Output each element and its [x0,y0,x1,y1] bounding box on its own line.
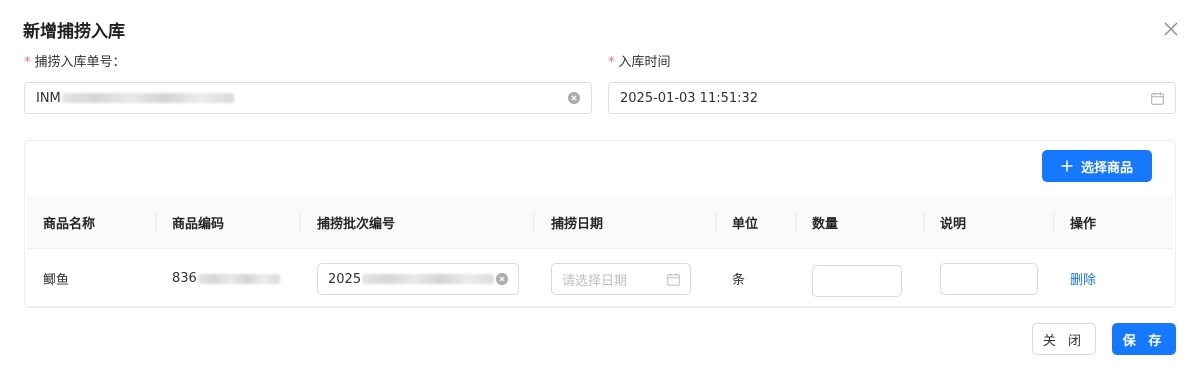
required-mark: * [24,55,31,70]
calendar-icon [667,273,680,286]
dialog: 新增捕捞入库 * 捕捞入库单号： INM * 入库时间 2025-01-03 11:… [0,0,1200,375]
quantity-input[interactable] [812,265,902,297]
batch-no-input[interactable]: 2025 [317,263,519,295]
order-no-prefix: INM [36,90,61,106]
column-divider [795,211,796,233]
entry-time-label-text: 入库时间 [618,55,671,70]
table-row: 鲫鱼 836 2025 请选择日期 条 删除 [27,250,1173,307]
save-button[interactable]: 保 存 [1112,323,1176,355]
order-no-label-text: 捕捞入库单号： [34,55,126,70]
required-mark: * [608,55,615,70]
column-divider [715,211,716,233]
order-no-input[interactable]: INM [24,82,592,114]
plus-icon [1061,160,1073,172]
redacted-text [197,273,280,284]
calendar-icon[interactable] [1151,92,1164,105]
column-divider [1053,211,1054,233]
note-input[interactable] [940,263,1038,295]
column-divider [533,211,534,233]
product-code-prefix: 836 [172,271,197,286]
order-no-label: * 捕捞入库单号： [24,54,126,72]
delete-link[interactable]: 删除 [1070,250,1096,307]
column-divider [300,211,301,233]
entry-time-input[interactable]: 2025-01-03 11:51:32 [608,82,1176,114]
redacted-text [362,274,495,284]
column-header: 操作 [1070,217,1097,232]
select-product-label: 选择商品 [1080,160,1133,176]
column-header: 单位 [732,217,759,232]
column-divider [923,211,924,233]
column-header: 商品名称 [43,217,96,232]
column-header: 商品编码 [172,217,225,232]
clear-circle-icon[interactable] [568,92,580,104]
entry-time-label: * 入库时间 [608,54,671,72]
catch-date-picker[interactable]: 请选择日期 [551,263,691,295]
close-icon[interactable] [1160,18,1182,40]
select-product-button[interactable]: 选择商品 [1042,150,1152,182]
close-button[interactable]: 关 闭 [1032,323,1096,355]
column-divider [155,211,156,233]
clear-circle-icon[interactable] [496,273,508,285]
catch-date-placeholder: 请选择日期 [562,273,628,289]
column-header: 捕捞日期 [551,217,604,232]
table-header: 商品名称 商品编码 捕捞批次编号 捕捞日期 单位 数量 说明 操作 [27,196,1173,249]
entry-time-value: 2025-01-03 11:51:32 [620,90,759,106]
product-code: 836 [172,250,280,307]
batch-no-value: 2025 [328,272,496,287]
product-name: 鲫鱼 [43,273,70,288]
column-header: 捕捞批次编号 [317,217,396,232]
column-header: 数量 [812,217,839,232]
order-no-value: INM [36,91,568,106]
unit-text: 条 [732,273,746,288]
column-header: 说明 [940,217,967,232]
redacted-text [61,93,234,103]
batch-no-prefix: 2025 [328,271,362,287]
dialog-title: 新增捕捞入库 [23,22,125,42]
